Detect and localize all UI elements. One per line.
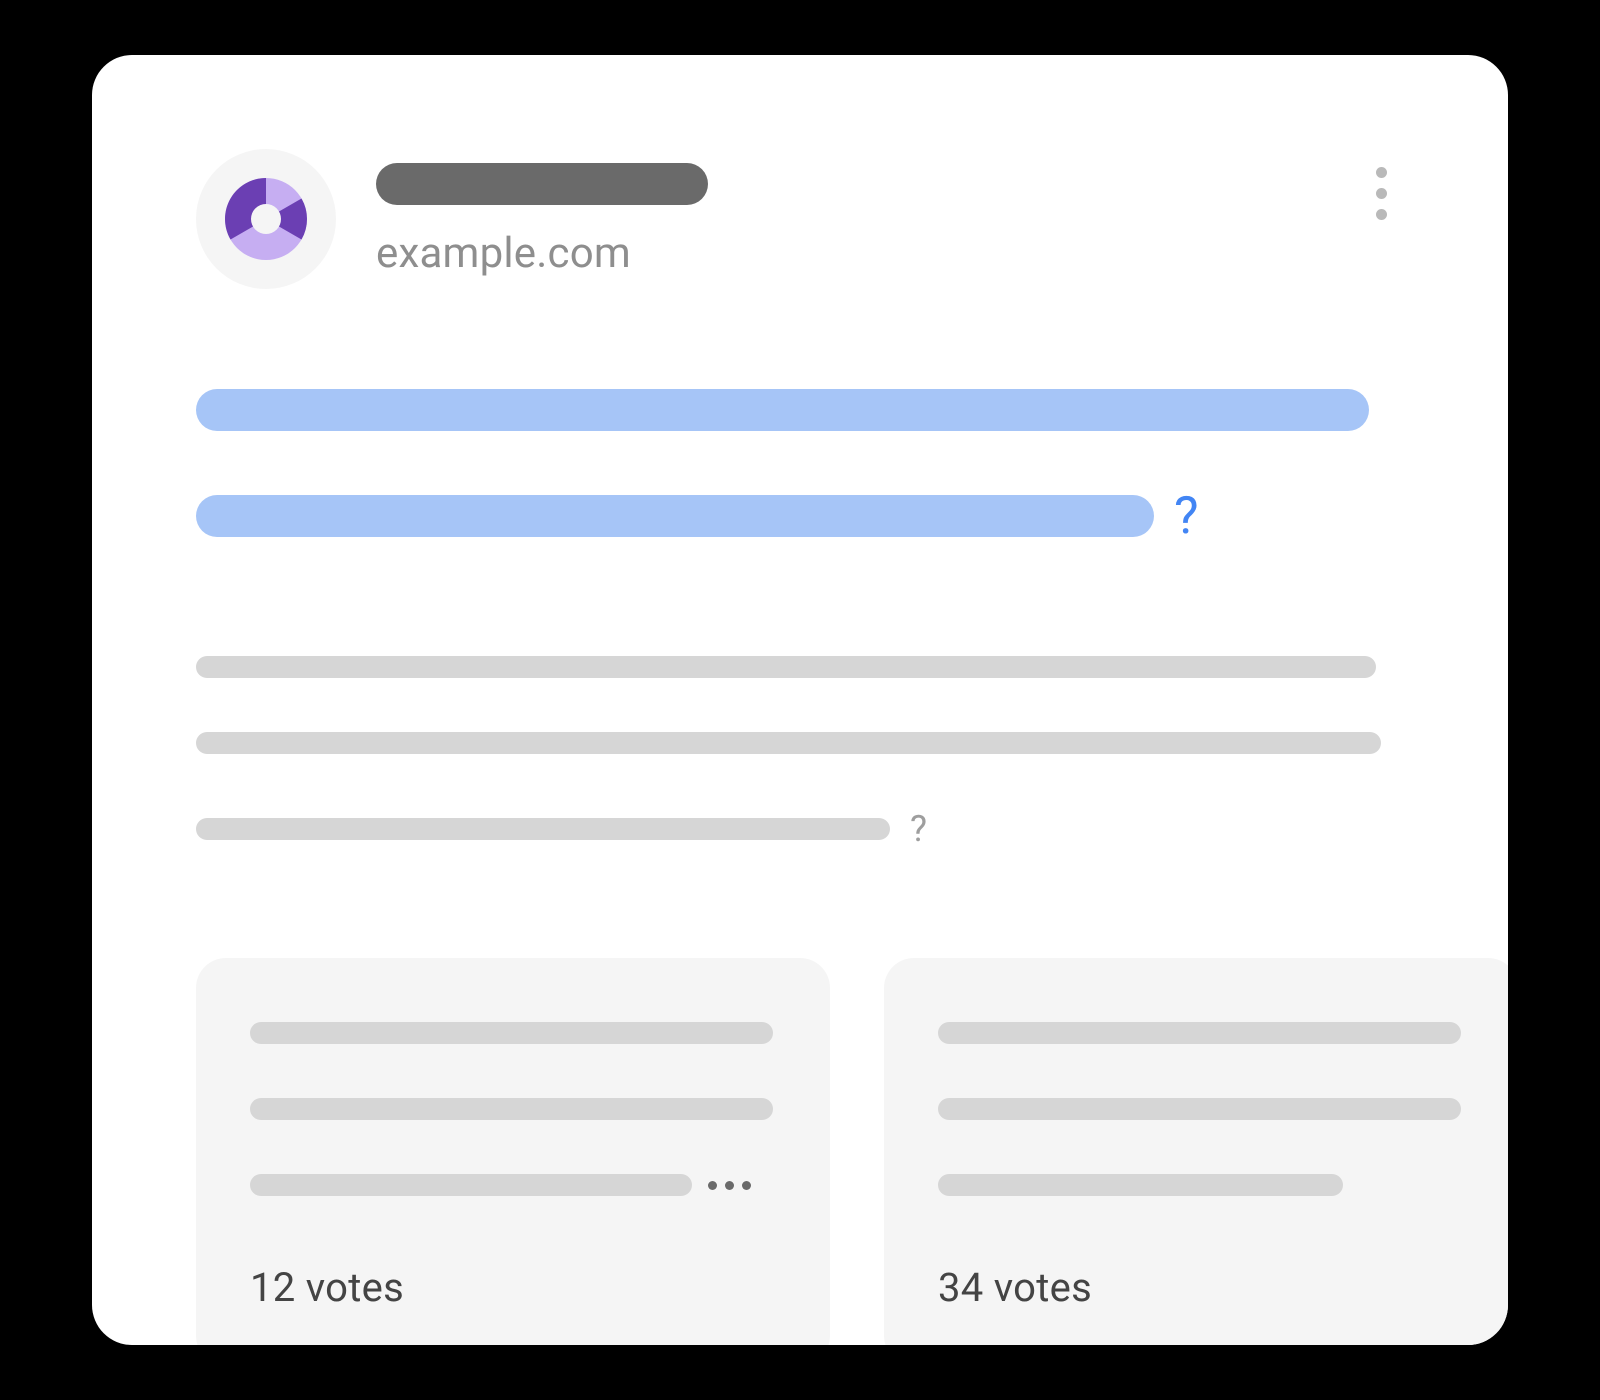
answer-card[interactable]: 12 votes (196, 958, 830, 1345)
snippet-line-placeholder (196, 732, 1381, 754)
header-text: example.com (376, 149, 708, 278)
result-snippet: ? (196, 656, 1508, 850)
answer-line-placeholder (250, 1098, 773, 1120)
favicon (196, 149, 336, 289)
answer-cards: 12 votes 34 votes (196, 958, 1508, 1345)
snippet-line-placeholder (196, 818, 890, 840)
title-line-placeholder (196, 389, 1369, 431)
result-card: example.com ? ? 12 votes (92, 55, 1508, 1345)
answer-line-placeholder (938, 1022, 1461, 1044)
result-header: example.com (196, 149, 1508, 289)
answer-line-placeholder (250, 1174, 692, 1196)
answer-line-placeholder (938, 1098, 1461, 1120)
vote-count: 12 votes (250, 1264, 776, 1311)
favicon-donut-icon (225, 178, 307, 260)
vote-count: 34 votes (938, 1264, 1464, 1311)
site-domain: example.com (376, 229, 708, 278)
site-name-placeholder (376, 163, 708, 205)
snippet-question-mark: ? (910, 808, 927, 850)
result-title[interactable]: ? (196, 389, 1508, 546)
title-question-mark: ? (1174, 485, 1199, 546)
title-line-placeholder (196, 495, 1154, 537)
answer-card[interactable]: 34 votes (884, 958, 1508, 1345)
snippet-line-placeholder (196, 656, 1376, 678)
ellipsis-icon (708, 1181, 751, 1190)
answer-line-placeholder (250, 1022, 773, 1044)
more-options-button[interactable] (1366, 167, 1396, 220)
answer-line-placeholder (938, 1174, 1343, 1196)
